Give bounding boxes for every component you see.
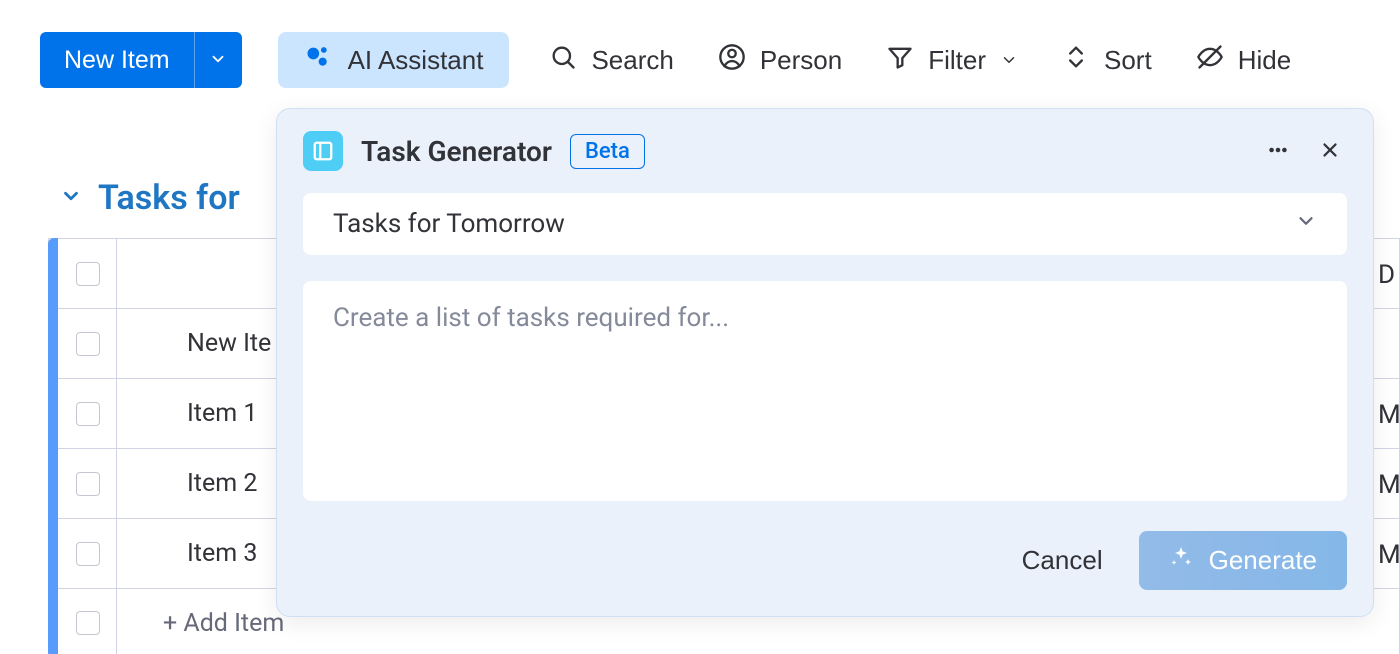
person-icon (718, 43, 746, 78)
edge-cell: M (1378, 520, 1400, 590)
more-horizontal-icon (1267, 149, 1289, 164)
person-label: Person (760, 45, 842, 76)
search-icon (549, 43, 577, 78)
target-group-select[interactable]: Tasks for Tomorrow (303, 193, 1347, 255)
ai-assistant-label: AI Assistant (348, 45, 484, 76)
right-edge-column: D M M M (1378, 240, 1400, 590)
filter-button[interactable]: Filter (882, 37, 1022, 84)
generate-label: Generate (1209, 545, 1317, 576)
edge-cell: M (1378, 380, 1400, 450)
row-checkbox[interactable] (76, 332, 100, 356)
row-checkbox[interactable] (76, 611, 100, 635)
edge-cell: D (1378, 240, 1400, 310)
ai-assistant-icon (304, 43, 332, 78)
row-checkbox[interactable] (76, 542, 100, 566)
popover-title: Task Generator (361, 135, 552, 168)
select-all-checkbox[interactable] (76, 262, 100, 286)
chevron-down-icon (60, 185, 82, 211)
prompt-textarea[interactable] (303, 281, 1347, 501)
sparkle-icon (1169, 545, 1193, 576)
layout-icon (303, 131, 343, 171)
hide-label: Hide (1238, 45, 1291, 76)
chevron-down-icon (1000, 45, 1018, 76)
cancel-button[interactable]: Cancel (1016, 544, 1109, 577)
more-options-button[interactable] (1261, 133, 1295, 170)
ai-assistant-button[interactable]: AI Assistant (278, 32, 510, 88)
sort-icon (1062, 43, 1090, 78)
hide-button[interactable]: Hide (1192, 37, 1295, 84)
popover-header: Task Generator Beta (303, 131, 1347, 171)
select-value: Tasks for Tomorrow (333, 209, 565, 239)
sort-button[interactable]: Sort (1058, 37, 1156, 84)
new-item-dropdown-button[interactable] (194, 32, 242, 88)
filter-icon (886, 43, 914, 78)
edge-cell (1378, 310, 1400, 380)
beta-badge: Beta (570, 134, 645, 169)
task-generator-popover: Task Generator Beta Tasks for Tomorrow C… (276, 108, 1374, 617)
popover-footer: Cancel Generate (303, 531, 1347, 590)
toolbar: New Item AI Assistant Search Person Filt… (40, 30, 1400, 90)
hide-icon (1196, 43, 1224, 78)
person-button[interactable]: Person (714, 37, 846, 84)
chevron-down-icon (1295, 209, 1317, 239)
filter-label: Filter (928, 45, 986, 76)
new-item-button[interactable]: New Item (40, 32, 194, 88)
group-color-bar (48, 238, 58, 654)
group-title: Tasks for (98, 178, 240, 218)
edge-cell: M (1378, 450, 1400, 520)
close-icon (1319, 149, 1341, 164)
generate-button[interactable]: Generate (1139, 531, 1347, 590)
close-button[interactable] (1313, 133, 1347, 170)
row-checkbox[interactable] (76, 402, 100, 426)
row-checkbox[interactable] (76, 472, 100, 496)
search-button[interactable]: Search (545, 37, 677, 84)
chevron-down-icon (209, 50, 227, 71)
new-item-group: New Item (40, 32, 242, 88)
search-label: Search (591, 45, 673, 76)
sort-label: Sort (1104, 45, 1152, 76)
